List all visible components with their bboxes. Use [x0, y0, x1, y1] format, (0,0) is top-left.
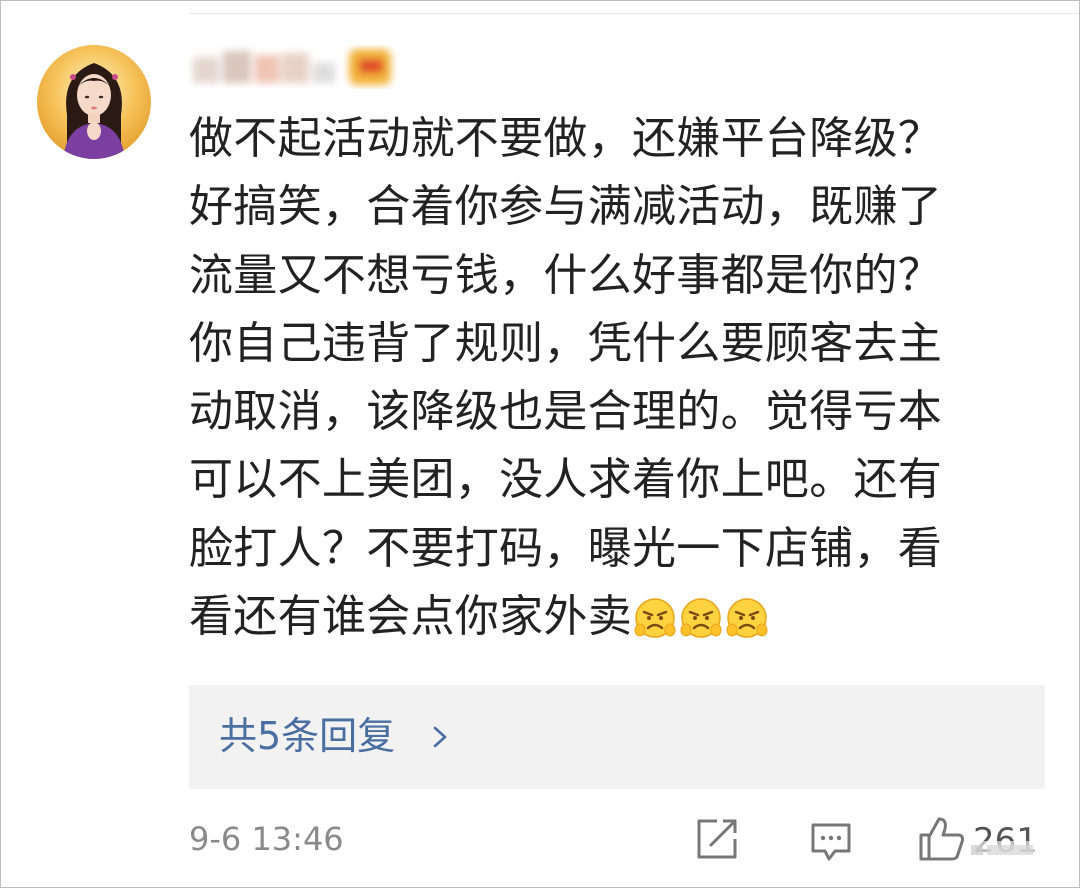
angry-face-emoji: [726, 598, 768, 638]
comment-icon: [811, 823, 851, 861]
comment-line: 好搞笑，合着你参与满减活动，既赚了: [189, 181, 943, 233]
comment-line: 做不起活动就不要做，还嫌平台降级？: [189, 113, 943, 164]
comment-footer: 9-6 13:46 261: [189, 813, 1045, 869]
comment-line: 动取消，该降级也是合理的。觉得亏本: [189, 386, 943, 438]
comment-line: 流量又不想亏钱，什么好事都是你的？: [189, 249, 943, 301]
timestamp: 9-6 13:46: [189, 820, 344, 858]
view-replies-button[interactable]: 共5条回复: [189, 685, 1045, 789]
chevron-right-icon: [433, 726, 447, 748]
emoji-group: [632, 592, 770, 660]
share-button[interactable]: [695, 817, 739, 861]
share-icon: [697, 819, 737, 859]
comment-body: 做不起活动就不要做，还嫌平台降级？ 好搞笑，合着你参与满减活动，既赚了 流量又不…: [189, 105, 1019, 660]
blurred-name-image: [193, 49, 391, 85]
thumbs-up-icon: [919, 817, 965, 861]
avatar-image: [37, 45, 151, 159]
comment-card: 做不起活动就不要做，还嫌平台降级？ 好搞笑，合着你参与满减活动，既赚了 流量又不…: [0, 0, 1080, 888]
watermark-logo: [967, 841, 1037, 859]
avatar[interactable]: [37, 45, 151, 159]
comment-line: 你自己违背了规则，凭什么要顾客去主: [189, 317, 943, 369]
username-blurred[interactable]: [189, 41, 401, 91]
comment-line: 脸打人？不要打码，曝光一下店铺，看: [189, 522, 943, 574]
comment-line: 可以不上美团，没人求着你上吧。还有: [189, 454, 943, 506]
comment-button[interactable]: [809, 819, 853, 863]
replies-count-label: 共5条回复: [219, 714, 396, 758]
angry-face-emoji: [634, 598, 676, 638]
comment-line: 看还有谁会点你家外卖: [189, 591, 632, 643]
top-divider: [189, 13, 1079, 14]
angry-face-emoji: [680, 598, 722, 638]
